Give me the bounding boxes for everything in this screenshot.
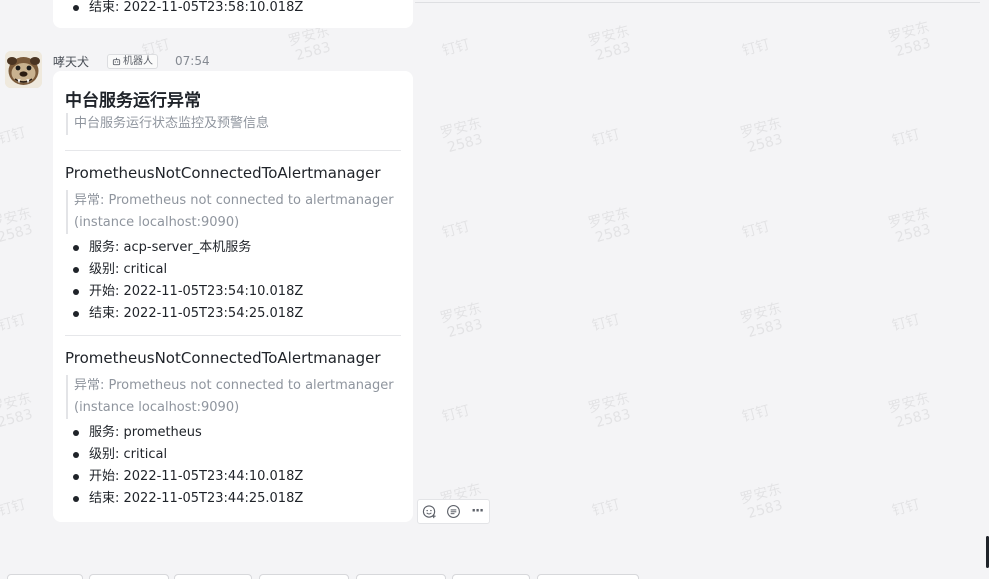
watermark: 罗安东2583 [286, 23, 333, 65]
alert-detail-list: 服务: acp-server_本机服务 级别: critical 开始: 202… [73, 237, 303, 325]
alert-name: PrometheusNotConnectedToAlertmanager [65, 349, 381, 367]
list-item: 级别: critical [73, 444, 303, 466]
watermark: 罗安东2583 [886, 205, 933, 247]
list-item: 服务: prometheus [73, 422, 303, 444]
alert-detail-list: 服务: prometheus 级别: critical 开始: 2022-11-… [73, 422, 303, 510]
list-item: 级别: critical [73, 259, 303, 281]
watermark: 钉钉 [740, 402, 772, 426]
chat-window: 罗安东 2583 罗安东 2583 罗安东 2583 钉钉 钉钉 钉钉 钉钉 罗安东 2… [0, 0, 989, 579]
reply-icon [447, 505, 460, 518]
divider [65, 335, 401, 336]
watermark: 罗安东2583 [738, 115, 785, 157]
divider [415, 2, 980, 3]
card-subtitle: 中台服务运行状态监控及预警信息 [66, 113, 404, 135]
list-item: 结束: 2022-11-05T23:58:10.018Z [73, 0, 303, 19]
reply-button[interactable] [443, 502, 463, 522]
message-time: 07:54 [175, 54, 210, 68]
toolbar-button[interactable] [537, 574, 639, 579]
sender-name[interactable]: 哮天犬 [53, 53, 89, 70]
list-item: 开始: 2022-11-05T23:44:10.018Z [73, 466, 303, 488]
watermark: 罗安东2583 [0, 390, 35, 432]
watermark: 罗安东2583 [438, 300, 485, 342]
watermark: 罗安东2583 [586, 390, 633, 432]
previous-message-card[interactable]: 结束: 2022-11-05T23:58:10.018Z [53, 0, 413, 28]
divider [65, 150, 401, 151]
watermark: 钉钉 [590, 311, 622, 335]
more-icon: ··· [471, 504, 484, 519]
emoji-reaction-icon [423, 505, 436, 519]
watermark: 钉钉 [0, 496, 28, 520]
toolbar-button[interactable] [174, 574, 252, 579]
robot-badge: 机器人 [107, 53, 159, 69]
watermark: 罗安东2583 [438, 115, 485, 157]
card-title: 中台服务运行异常 [65, 91, 201, 111]
watermark: 钉钉 [0, 124, 28, 148]
list-item: 结束: 2022-11-05T23:54:25.018Z [73, 303, 303, 325]
watermark: 钉钉 [890, 126, 922, 150]
avatar[interactable] [5, 51, 42, 88]
watermark: 钉钉 [740, 218, 772, 242]
watermark: 罗安东2583 [586, 23, 633, 65]
watermark: 钉钉 [440, 402, 472, 426]
watermark: 钉钉 [740, 36, 772, 60]
watermark: 钉钉 [590, 496, 622, 520]
watermark: 钉钉 [0, 311, 28, 335]
watermark: 钉钉 [440, 218, 472, 242]
alert-description: 异常: Prometheus not connected to alertman… [66, 375, 404, 419]
watermark: 罗安东2583 [886, 390, 933, 432]
alert-card[interactable]: 中台服务运行异常 中台服务运行状态监控及预警信息 PrometheusNotCo… [53, 71, 413, 522]
previous-message-list: 结束: 2022-11-05T23:58:10.018Z [73, 0, 303, 19]
watermark: 罗安东2583 [586, 205, 633, 247]
message-actions: ··· [417, 499, 490, 524]
robot-icon [112, 57, 121, 65]
list-item: 开始: 2022-11-05T23:54:10.018Z [73, 281, 303, 303]
message-meta: 哮天犬 机器人 07:54 [53, 53, 210, 69]
watermark: 罗安东2583 [0, 205, 35, 247]
alert-name: PrometheusNotConnectedToAlertmanager [65, 164, 381, 182]
alert-description: 异常: Prometheus not connected to alertman… [66, 190, 404, 234]
watermark: 钉钉 [890, 311, 922, 335]
watermark: 钉钉 [890, 496, 922, 520]
watermark: 钉钉 [590, 126, 622, 150]
toolbar-button[interactable] [7, 574, 83, 579]
watermark: 罗安东2583 [738, 481, 785, 523]
toolbar-button[interactable] [452, 574, 530, 579]
list-item: 服务: acp-server_本机服务 [73, 237, 303, 259]
emoji-reaction-button[interactable] [420, 502, 440, 522]
watermark: 罗安东2583 [886, 19, 933, 61]
robot-badge-label: 机器人 [123, 55, 154, 67]
toolbar-button[interactable] [89, 574, 169, 579]
toolbar-button[interactable] [259, 574, 349, 579]
more-button[interactable]: ··· [467, 502, 487, 522]
bulldog-avatar-icon [5, 51, 42, 88]
toolbar-button[interactable] [356, 574, 446, 579]
watermark: 钉钉 [440, 36, 472, 60]
watermark: 罗安东2583 [738, 300, 785, 342]
list-item: 结束: 2022-11-05T23:44:25.018Z [73, 488, 303, 510]
